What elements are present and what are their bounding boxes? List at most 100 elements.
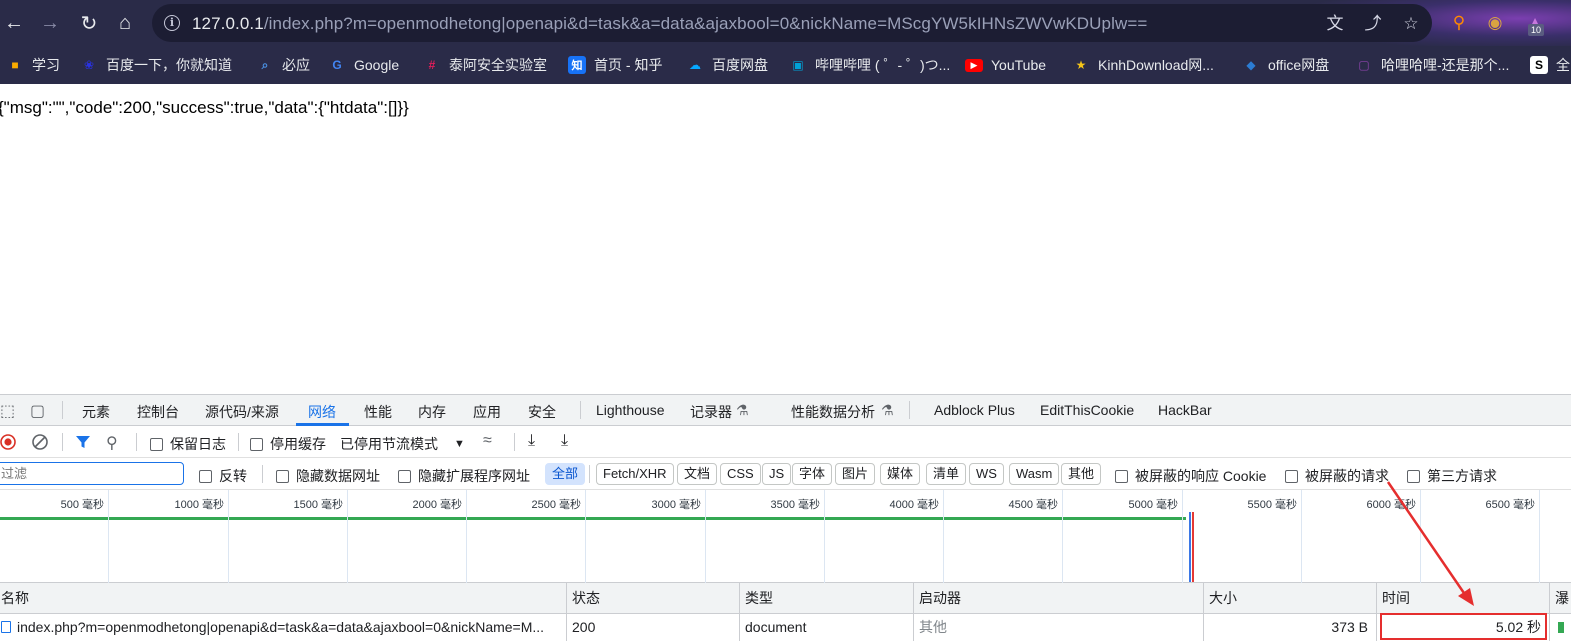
bookmark-item[interactable]: ■ 学习 xyxy=(6,55,60,75)
checkbox-box[interactable] xyxy=(199,469,212,483)
column-header[interactable]: 名称 xyxy=(0,583,567,614)
devtools-tab[interactable]: 源代码/来源 xyxy=(205,402,279,422)
bookmark-item[interactable]: 知首页 - 知乎 xyxy=(568,55,662,75)
devtools-tab[interactable]: 性能 xyxy=(364,402,392,422)
table-row[interactable]: index.php?m=openmodhetong|openapi&d=task… xyxy=(0,614,1571,641)
filter-input[interactable] xyxy=(0,462,184,485)
translate-icon[interactable]: 文 xyxy=(1324,13,1346,35)
filter-chip[interactable]: 媒体 xyxy=(880,463,921,485)
timeline-tick-label: 2500 毫秒 xyxy=(531,499,581,511)
address-bar[interactable]: i 127.0.0.1/index.php?m=openmodhetong|op… xyxy=(152,4,1432,42)
checkbox-box[interactable] xyxy=(150,437,163,451)
blocked-cookies-checkbox[interactable]: 被屏蔽的响应 Cookie xyxy=(1115,466,1266,486)
home-icon[interactable]: ⌂ xyxy=(111,9,139,37)
bookmark-item[interactable]: ◆ office网盘 xyxy=(1242,55,1329,75)
cookie-extension-icon[interactable]: ◉ xyxy=(1482,10,1508,36)
bookmark-item[interactable]: ▶ YouTube xyxy=(965,55,1046,75)
hide-extension-urls-checkbox[interactable]: 隐藏扩展程序网址 xyxy=(398,466,530,486)
bookmark-item[interactable]: ▢ 哈哩哈哩-还是那个... xyxy=(1355,55,1509,75)
google-icon: G xyxy=(332,58,342,72)
halihali-icon: ▢ xyxy=(1358,58,1370,72)
search-icon[interactable]: ⚲ xyxy=(106,433,118,453)
third-party-checkbox[interactable]: 第三方请求 xyxy=(1407,466,1497,486)
youtube-icon: ▶ xyxy=(965,58,983,72)
toolbar-separator xyxy=(136,433,137,451)
import-har-icon[interactable]: ⤓ xyxy=(528,432,535,450)
filter-chip[interactable]: CSS xyxy=(720,463,761,485)
devtools-tab[interactable]: 记录器 xyxy=(690,402,732,422)
kinh-icon: ★ xyxy=(1075,58,1087,72)
filter-chip[interactable]: 字体 xyxy=(792,463,833,485)
preserve-log-checkbox[interactable]: 保留日志 xyxy=(150,434,226,454)
url-text[interactable]: 127.0.0.1/index.php?m=openmodhetong|open… xyxy=(192,14,1147,34)
bookmark-item[interactable]: S全 xyxy=(1530,55,1570,75)
devtools-tab[interactable]: Adblock Plus xyxy=(934,402,1015,418)
devtools-tab[interactable]: HackBar xyxy=(1158,402,1212,418)
checkbox-box[interactable] xyxy=(1285,469,1298,483)
devtools-tab[interactable]: 网络 xyxy=(308,402,336,422)
invert-label: 反转 xyxy=(219,468,247,484)
disable-cache-checkbox[interactable]: 停用缓存 xyxy=(250,434,326,454)
timeline-tick-label: 6000 毫秒 xyxy=(1366,499,1416,511)
column-header[interactable]: 类型 xyxy=(740,583,914,614)
forward-arrow-icon[interactable]: → xyxy=(36,9,64,37)
checkbox-box[interactable] xyxy=(1407,469,1420,483)
bookmark-star-icon[interactable]: ☆ xyxy=(1400,13,1422,35)
filter-chip[interactable]: WS xyxy=(969,463,1004,485)
filter-chip[interactable]: 全部 xyxy=(545,463,586,485)
bookmark-item[interactable]: # 泰阿安全实验室 xyxy=(423,55,547,75)
bookmark-item[interactable]: ★ KinhDownload网... xyxy=(1072,55,1214,75)
column-header[interactable]: 瀑 xyxy=(1550,583,1571,614)
devtools-tab[interactable]: 安全 xyxy=(528,402,556,422)
devtools-tab[interactable]: 控制台 xyxy=(137,402,179,422)
inspect-element-icon[interactable]: ⬚ xyxy=(0,401,15,421)
share-icon[interactable]: ⤴ xyxy=(1362,13,1384,35)
tab-separator xyxy=(580,401,581,419)
filter-chip[interactable]: 清单 xyxy=(926,463,967,485)
bookmark-label: 学习 xyxy=(32,57,60,73)
devtools-tab[interactable]: 性能数据分析 xyxy=(791,402,875,422)
filter-chip[interactable]: 文档 xyxy=(677,463,718,485)
stop-recording-icon[interactable] xyxy=(0,434,16,450)
clear-icon[interactable] xyxy=(32,434,48,450)
checkbox-box[interactable] xyxy=(250,437,263,451)
column-header[interactable]: 时间 xyxy=(1377,583,1550,614)
checkbox-box[interactable] xyxy=(1115,469,1128,483)
export-har-icon[interactable]: ⤓ xyxy=(561,432,568,450)
network-conditions-icon[interactable]: ≈ xyxy=(483,432,492,450)
device-toolbar-icon[interactable]: ▢ xyxy=(30,401,45,421)
site-info-icon[interactable]: i xyxy=(164,15,180,31)
filter-chip[interactable]: 其他 xyxy=(1061,463,1102,485)
checkbox-box[interactable] xyxy=(398,469,411,483)
reload-icon[interactable]: ↻ xyxy=(75,9,103,37)
bookmark-item[interactable]: G Google xyxy=(328,55,399,75)
back-arrow-icon[interactable]: ← xyxy=(0,9,28,37)
devtools-tab[interactable]: Lighthouse xyxy=(596,402,665,418)
timeline-tick-label: 3000 毫秒 xyxy=(651,499,701,511)
network-overview-timeline[interactable]: 500 毫秒 1000 毫秒 1500 毫秒 2000 毫秒 2500 毫秒 3000 毫… xyxy=(0,490,1571,583)
search-extension-icon[interactable]: ⚲ xyxy=(1446,10,1472,36)
filter-chip[interactable]: JS xyxy=(762,463,792,485)
filter-chip[interactable]: 图片 xyxy=(835,463,876,485)
filter-funnel-icon[interactable] xyxy=(75,434,91,450)
devtools-tab[interactable]: 元素 xyxy=(82,402,110,422)
bookmark-item[interactable]: ▣ 哔哩哔哩 ( ゜- ゜)つ... xyxy=(789,55,950,75)
bookmark-item[interactable]: ❀ 百度一下，你就知道 xyxy=(80,55,232,75)
devtools-tab[interactable]: 内存 xyxy=(418,402,446,422)
request-name-cell[interactable]: index.php?m=openmodhetong|openapi&d=task… xyxy=(0,614,567,641)
column-header[interactable]: 状态 xyxy=(567,583,740,614)
devtools-tab[interactable]: EditThisCookie xyxy=(1040,402,1134,418)
devtools-tab[interactable]: 应用 xyxy=(473,402,501,422)
column-header[interactable]: 大小 xyxy=(1204,583,1377,614)
hide-data-urls-checkbox[interactable]: 隐藏数据网址 xyxy=(276,466,380,486)
checkbox-box[interactable] xyxy=(276,469,289,483)
filter-chip[interactable]: Wasm xyxy=(1009,463,1060,485)
throttling-select[interactable]: 已停用节流模式 ▼ xyxy=(340,434,465,454)
bookmark-item[interactable]: ⌕ 必应 xyxy=(256,55,310,75)
bookmarks-bar: ■ 学习 ❀ 百度一下，你就知道 ⌕ 必应 G Google # 泰阿安全实验室 知首页 - 知乎 ☁… xyxy=(0,46,1571,84)
invert-checkbox[interactable]: 反转 xyxy=(199,466,247,486)
bookmark-item[interactable]: ☁ 百度网盘 xyxy=(686,55,768,75)
column-header[interactable]: 启动器 xyxy=(914,583,1204,614)
blocked-requests-checkbox[interactable]: 被屏蔽的请求 xyxy=(1285,466,1389,486)
filter-chip[interactable]: Fetch/XHR xyxy=(596,463,674,485)
